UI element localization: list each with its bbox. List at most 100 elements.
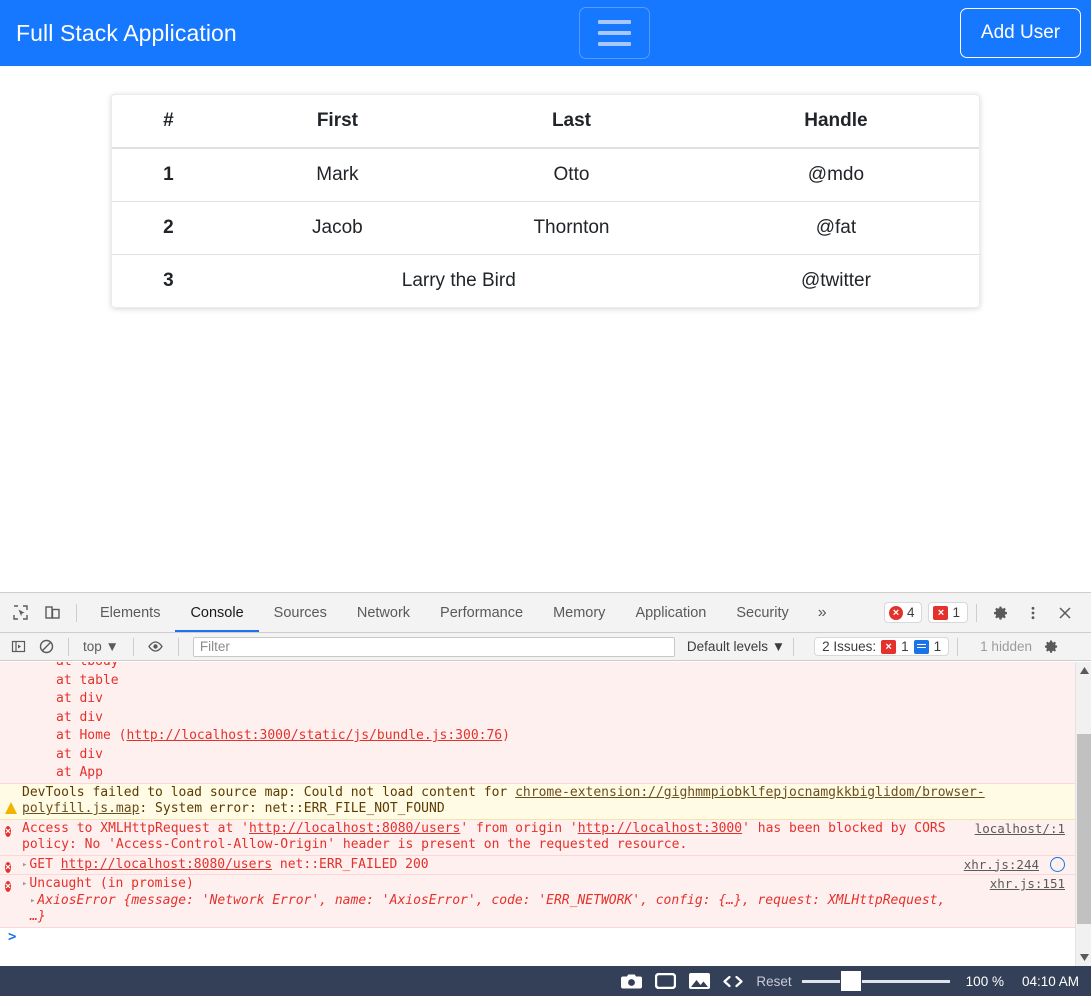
screen-icon[interactable] bbox=[648, 966, 682, 996]
console-stack-line: at div bbox=[0, 708, 1075, 727]
log-levels-selector[interactable]: Default levels ▼ bbox=[687, 639, 785, 654]
hamburger-icon-bar-1 bbox=[598, 20, 631, 24]
object-disclosure-triangle-icon[interactable]: ▸ bbox=[30, 893, 35, 910]
column-header-handle: Handle bbox=[692, 95, 979, 149]
stack-line-prefix: at Home ( bbox=[56, 728, 127, 743]
live-expression-icon[interactable] bbox=[144, 636, 168, 658]
gear-icon[interactable] bbox=[987, 599, 1015, 627]
issues-error-icon: × bbox=[881, 639, 897, 654]
console-stack-line: at tbody bbox=[0, 662, 1075, 672]
filter-input[interactable] bbox=[192, 636, 675, 657]
issue-error-icon: × bbox=[933, 605, 949, 620]
cors-source-link[interactable]: localhost/:1 bbox=[975, 821, 1065, 838]
users-table-body: 1 Mark Otto @mdo 2 Jacob Thornton @fat 3… bbox=[112, 148, 979, 307]
axios-error-body: {message: 'Network Error', name: 'AxiosE… bbox=[30, 892, 946, 925]
tab-memory[interactable]: Memory bbox=[538, 593, 620, 632]
console-sidebar-icon[interactable] bbox=[6, 636, 30, 658]
error-circle-icon: × bbox=[5, 861, 12, 873]
clear-console-icon[interactable] bbox=[34, 636, 58, 658]
cors-url-target[interactable]: http://localhost:8080/users bbox=[249, 821, 460, 836]
table-row: 2 Jacob Thornton @fat bbox=[112, 201, 979, 255]
tab-sources[interactable]: Sources bbox=[259, 593, 342, 632]
more-tabs-button[interactable]: » bbox=[804, 604, 841, 622]
console-stack-line-home: at Home (http://localhost:3000/static/js… bbox=[0, 727, 1075, 746]
zoom-slider-track bbox=[801, 979, 950, 983]
filterbar-divider-5 bbox=[957, 637, 959, 656]
bottom-status-bar: Reset 100 % 04:10 AM bbox=[0, 966, 1091, 996]
disclosure-triangle-icon[interactable]: ▸ bbox=[22, 876, 27, 893]
bundle-source-link[interactable]: http://localhost:3000/static/js/bundle.j… bbox=[126, 728, 502, 743]
get-request-url[interactable]: http://localhost:8080/users bbox=[61, 857, 272, 872]
cell-handle: @fat bbox=[692, 201, 979, 255]
inspect-element-icon[interactable] bbox=[6, 599, 34, 627]
cell-first: Jacob bbox=[224, 201, 451, 255]
console-stack-line: at div bbox=[0, 690, 1075, 709]
code-icon[interactable] bbox=[716, 966, 750, 996]
tab-performance[interactable]: Performance bbox=[425, 593, 538, 632]
console-error-get: × ▸ GET http://localhost:8080/users net::… bbox=[0, 855, 1075, 875]
devtools-toolbar-right: × 4 × 1 bbox=[878, 599, 1087, 627]
zoom-level-value: 100 % bbox=[965, 973, 1004, 989]
table-row: 1 Mark Otto @mdo bbox=[112, 148, 979, 202]
devtools-tabbar: Elements Console Sources Network Perform… bbox=[0, 593, 1091, 633]
devtools-tab-list: Elements Console Sources Network Perform… bbox=[85, 593, 841, 632]
disclosure-triangle-icon[interactable]: ▸ bbox=[22, 857, 27, 874]
console-settings-gear-icon[interactable] bbox=[1040, 636, 1064, 658]
warning-text-part1: DevTools failed to load source map: Coul… bbox=[22, 784, 516, 800]
tab-security[interactable]: Security bbox=[721, 593, 803, 632]
table-header-row: # First Last Handle bbox=[112, 95, 979, 149]
filterbar-divider-1 bbox=[68, 637, 69, 656]
chevron-down-icon: ▼ bbox=[771, 639, 786, 654]
axios-error-name: AxiosError bbox=[37, 892, 124, 908]
error-count-value: 4 bbox=[906, 605, 915, 620]
issue-count-value: 1 bbox=[952, 605, 960, 620]
cors-error-prefix: Access to XMLHttpRequest at ' bbox=[22, 820, 249, 836]
console-message-list[interactable]: at tbody at table at div at div at Home … bbox=[0, 662, 1091, 966]
error-circle-icon: × bbox=[5, 881, 12, 892]
uncaught-source-link[interactable]: xhr.js:151 bbox=[990, 876, 1065, 893]
toolbar-divider bbox=[76, 603, 77, 622]
navbar: Full Stack Application Add User bbox=[0, 0, 1091, 66]
add-user-button[interactable]: Add User bbox=[960, 8, 1081, 58]
device-toolbar-icon[interactable] bbox=[38, 599, 66, 627]
execution-context-selector[interactable]: top ▼ bbox=[77, 639, 125, 654]
navbar-brand[interactable]: Full Stack Application bbox=[16, 21, 237, 45]
issues-button[interactable]: 2 Issues: × 1 1 bbox=[814, 637, 950, 656]
cell-handle: @twitter bbox=[800, 270, 871, 291]
get-source-link[interactable]: xhr.js:244 bbox=[964, 857, 1039, 874]
console-prompt-row[interactable]: > bbox=[0, 927, 1075, 945]
toolbar-divider-right bbox=[976, 603, 977, 622]
kebab-menu-icon[interactable] bbox=[1019, 599, 1047, 627]
issues-info-count: 1 bbox=[933, 639, 942, 654]
console-scroll-area: at tbody at table at div at div at Home … bbox=[0, 662, 1075, 966]
console-prompt-icon: > bbox=[8, 928, 17, 945]
zoom-slider[interactable] bbox=[801, 970, 950, 992]
row-number: 2 bbox=[112, 201, 225, 255]
cell-first: Mark bbox=[224, 148, 451, 202]
scroll-down-arrow-icon[interactable] bbox=[1076, 949, 1091, 966]
cors-url-origin[interactable]: http://localhost:3000 bbox=[578, 821, 742, 836]
image-icon[interactable] bbox=[682, 966, 716, 996]
issue-count-badge[interactable]: × 1 bbox=[928, 602, 968, 623]
scroll-up-arrow-icon[interactable] bbox=[1076, 662, 1091, 679]
scrollbar-thumb[interactable] bbox=[1077, 734, 1091, 924]
error-count-badge[interactable]: × 4 bbox=[883, 602, 923, 623]
execution-context-label: top bbox=[83, 639, 102, 654]
tab-network[interactable]: Network bbox=[342, 593, 425, 632]
tab-elements[interactable]: Elements bbox=[85, 593, 175, 632]
network-request-icon[interactable] bbox=[1050, 856, 1065, 872]
tab-application[interactable]: Application bbox=[620, 593, 721, 632]
console-scrollbar[interactable] bbox=[1075, 662, 1091, 966]
filterbar-divider-4 bbox=[793, 637, 795, 656]
application-viewport: Full Stack Application Add User # First … bbox=[0, 0, 1091, 592]
reset-zoom-button[interactable]: Reset bbox=[756, 974, 791, 989]
close-icon[interactable] bbox=[1051, 599, 1079, 627]
table-row: 3 Larry the Bird @twitter bbox=[112, 255, 979, 308]
tab-console[interactable]: Console bbox=[175, 593, 258, 632]
issues-error-count: 1 bbox=[901, 639, 909, 654]
column-header-last: Last bbox=[450, 95, 693, 149]
cell-last: Otto bbox=[450, 148, 693, 202]
zoom-slider-thumb[interactable] bbox=[839, 970, 862, 992]
camera-icon[interactable] bbox=[614, 966, 648, 996]
navbar-toggler-button[interactable] bbox=[579, 7, 650, 59]
